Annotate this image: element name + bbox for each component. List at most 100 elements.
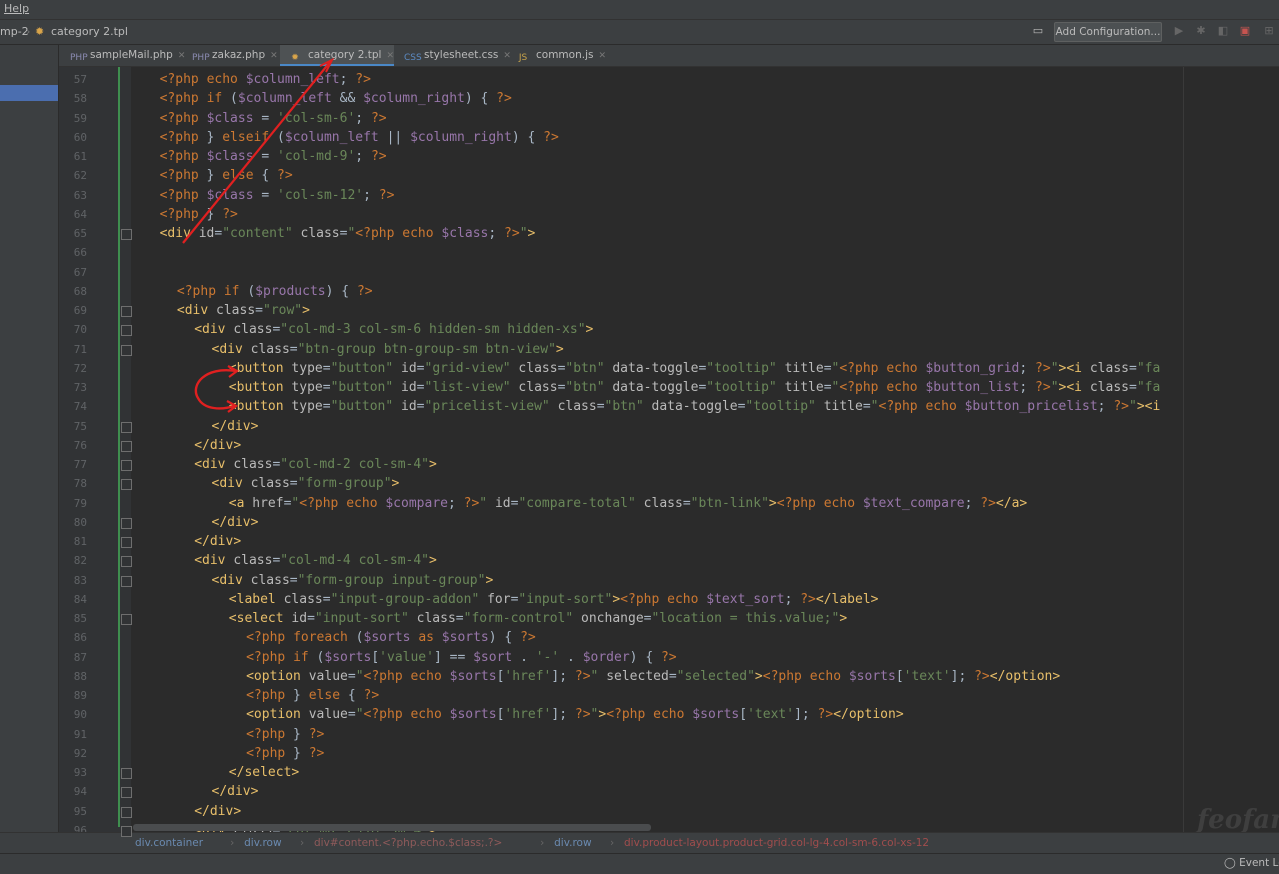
code-line[interactable]: <div class="col-md-4 col-sm-4">: [194, 551, 437, 570]
code-line[interactable]: </div>: [194, 532, 241, 551]
fold-marker-icon[interactable]: [121, 344, 132, 356]
close-tab-icon[interactable]: ✕: [270, 51, 278, 61]
code-editor[interactable]: feofan <?php echo $column_left; ?><?php …: [131, 67, 1279, 832]
fold-marker-icon[interactable]: [121, 806, 132, 818]
fold-marker-icon[interactable]: [121, 479, 132, 491]
code-line[interactable]: <select id="input-sort" class="form-cont…: [229, 609, 847, 628]
fold-marker-icon[interactable]: [121, 325, 132, 337]
nav-file[interactable]: category 2.tpl: [51, 25, 128, 38]
coverage-icon[interactable]: ◧: [1217, 25, 1229, 37]
tab-2[interactable]: ✹ category 2.tpl ✕: [280, 45, 394, 66]
code-line[interactable]: <?php if ($column_left && $column_right)…: [160, 89, 512, 108]
fold-marker-icon[interactable]: [121, 421, 132, 433]
code-line[interactable]: </div>: [212, 513, 259, 532]
close-tab-icon[interactable]: ✕: [598, 51, 606, 61]
code-line[interactable]: <div class="form-group">: [212, 474, 400, 493]
line-number: 95: [73, 804, 87, 818]
horizontal-scrollbar[interactable]: [133, 824, 651, 831]
code-line[interactable]: </div>: [212, 782, 259, 801]
code-line[interactable]: <option value="<?php echo $sorts['href']…: [246, 667, 1060, 686]
code-line[interactable]: <button type="button" id="pricelist-view…: [229, 397, 1161, 416]
code-line[interactable]: <?php } else { ?>: [246, 686, 379, 705]
search-everywhere-icon[interactable]: ⊞: [1263, 25, 1275, 37]
menu-help[interactable]: Help: [4, 2, 29, 15]
code-line[interactable]: <a href="<?php echo $compare; ?>" id="co…: [229, 494, 1027, 513]
breadcrumb-item[interactable]: div.row: [244, 837, 281, 849]
fold-marker-icon[interactable]: [121, 575, 132, 587]
tab-4[interactable]: JS common.js ✕: [508, 45, 610, 66]
code-line[interactable]: <?php } elseif ($column_left || $column_…: [160, 128, 559, 147]
fold-marker-icon[interactable]: [121, 460, 132, 471]
code-line[interactable]: </select>: [229, 763, 299, 782]
code-line[interactable]: <?php $class = 'col-sm-12'; ?>: [160, 186, 395, 205]
breadcrumb-item[interactable]: div#content.<?php.echo.$class;.?>: [314, 837, 502, 849]
tab-0[interactable]: PHP sampleMail.php ✕: [62, 45, 185, 66]
fold-marker-icon[interactable]: [121, 787, 132, 799]
code-line[interactable]: <div class="col-md-3 col-sm-6 hidden-sm …: [194, 320, 593, 339]
tab-label: stylesheet.css: [424, 49, 499, 61]
code-line[interactable]: <?php foreach ($sorts as $sorts) { ?>: [246, 628, 536, 647]
code-line[interactable]: <button type="button" id="grid-view" cla…: [229, 359, 1161, 378]
project-panel[interactable]: [0, 45, 59, 832]
css-file-icon: CSS: [404, 53, 422, 63]
code-line[interactable]: <div class="row">: [177, 301, 310, 320]
event-log-button[interactable]: ◯ Event Log: [1224, 857, 1279, 869]
fold-marker-icon[interactable]: [121, 517, 132, 529]
code-line[interactable]: <button type="button" id="list-view" cla…: [229, 378, 1161, 397]
layout-icon[interactable]: ▭: [1032, 25, 1044, 37]
database-icon[interactable]: ▣: [1239, 25, 1251, 37]
code-line[interactable]: <label class="input-group-addon" for="in…: [229, 590, 879, 609]
code-line[interactable]: <option value="<?php echo $sorts['href']…: [246, 705, 904, 724]
right-margin-guide: [1183, 67, 1184, 832]
line-number: 75: [73, 419, 87, 433]
fold-marker-icon[interactable]: [121, 440, 132, 452]
tab-1[interactable]: PHP zakaz.php ✕: [184, 45, 278, 66]
breadcrumb-separator-icon: ›: [610, 837, 615, 849]
code-line[interactable]: <?php } ?>: [160, 205, 238, 224]
code-line[interactable]: <?php echo $column_left; ?>: [160, 70, 371, 89]
code-line[interactable]: <div class="col-md-2 col-sm-4">: [194, 455, 437, 474]
code-line[interactable]: <?php } ?>: [246, 744, 324, 763]
breadcrumb-item[interactable]: div.product-layout.product-grid.col-lg-4…: [624, 837, 929, 849]
tab-3[interactable]: CSS stylesheet.css ✕: [396, 45, 511, 66]
code-line[interactable]: <?php } else { ?>: [160, 166, 293, 185]
line-number: 65: [73, 227, 87, 240]
nav-project[interactable]: mp-2: [0, 25, 29, 38]
line-number: 73: [73, 381, 87, 394]
line-number: 74: [73, 400, 87, 414]
fold-marker-icon[interactable]: [121, 614, 132, 625]
fold-marker-icon[interactable]: [121, 556, 132, 568]
breadcrumb-item[interactable]: div.row: [554, 837, 591, 849]
code-line[interactable]: <?php if ($sorts['value'] == $sort . '-'…: [246, 648, 677, 667]
close-tab-icon[interactable]: ✕: [386, 51, 394, 61]
debug-icon[interactable]: ✱: [1195, 25, 1207, 37]
line-number: 87: [73, 650, 87, 664]
code-line[interactable]: <div id="content" class="<?php echo $cla…: [160, 224, 536, 243]
code-line[interactable]: <?php $class = 'col-sm-6'; ?>: [160, 109, 387, 128]
code-line[interactable]: <?php $class = 'col-md-9'; ?>: [160, 147, 387, 166]
breadcrumb-item[interactable]: div.container: [135, 837, 203, 849]
fold-marker-icon[interactable]: [121, 768, 132, 779]
code-line[interactable]: </div>: [212, 417, 259, 436]
fold-marker-icon[interactable]: [121, 537, 132, 548]
code-line[interactable]: <?php } ?>: [246, 725, 324, 744]
tab-label: category 2.tpl: [308, 49, 382, 61]
code-line[interactable]: </div>: [194, 436, 241, 455]
line-number: 67: [73, 265, 87, 279]
add-configuration-button[interactable]: Add Configuration...: [1054, 22, 1162, 42]
code-line[interactable]: <div class="form-group input-group">: [212, 571, 494, 590]
selected-tree-item[interactable]: [0, 85, 58, 101]
line-number: 59: [73, 111, 87, 125]
vcs-change-marker: [118, 67, 120, 827]
code-line[interactable]: <?php if ($products) { ?>: [177, 282, 373, 301]
code-line[interactable]: </div>: [194, 802, 241, 821]
tab-label: common.js: [536, 49, 594, 61]
line-number: 70: [73, 323, 87, 337]
code-line[interactable]: <div class="btn-group btn-group-sm btn-v…: [212, 340, 564, 359]
fold-marker-icon[interactable]: [121, 306, 132, 317]
run-icon[interactable]: ▶: [1173, 25, 1185, 37]
fold-marker-icon[interactable]: [121, 825, 132, 837]
fold-marker-icon[interactable]: [121, 229, 132, 240]
php-file-icon: PHP: [192, 53, 210, 63]
line-number: 78: [73, 477, 87, 491]
